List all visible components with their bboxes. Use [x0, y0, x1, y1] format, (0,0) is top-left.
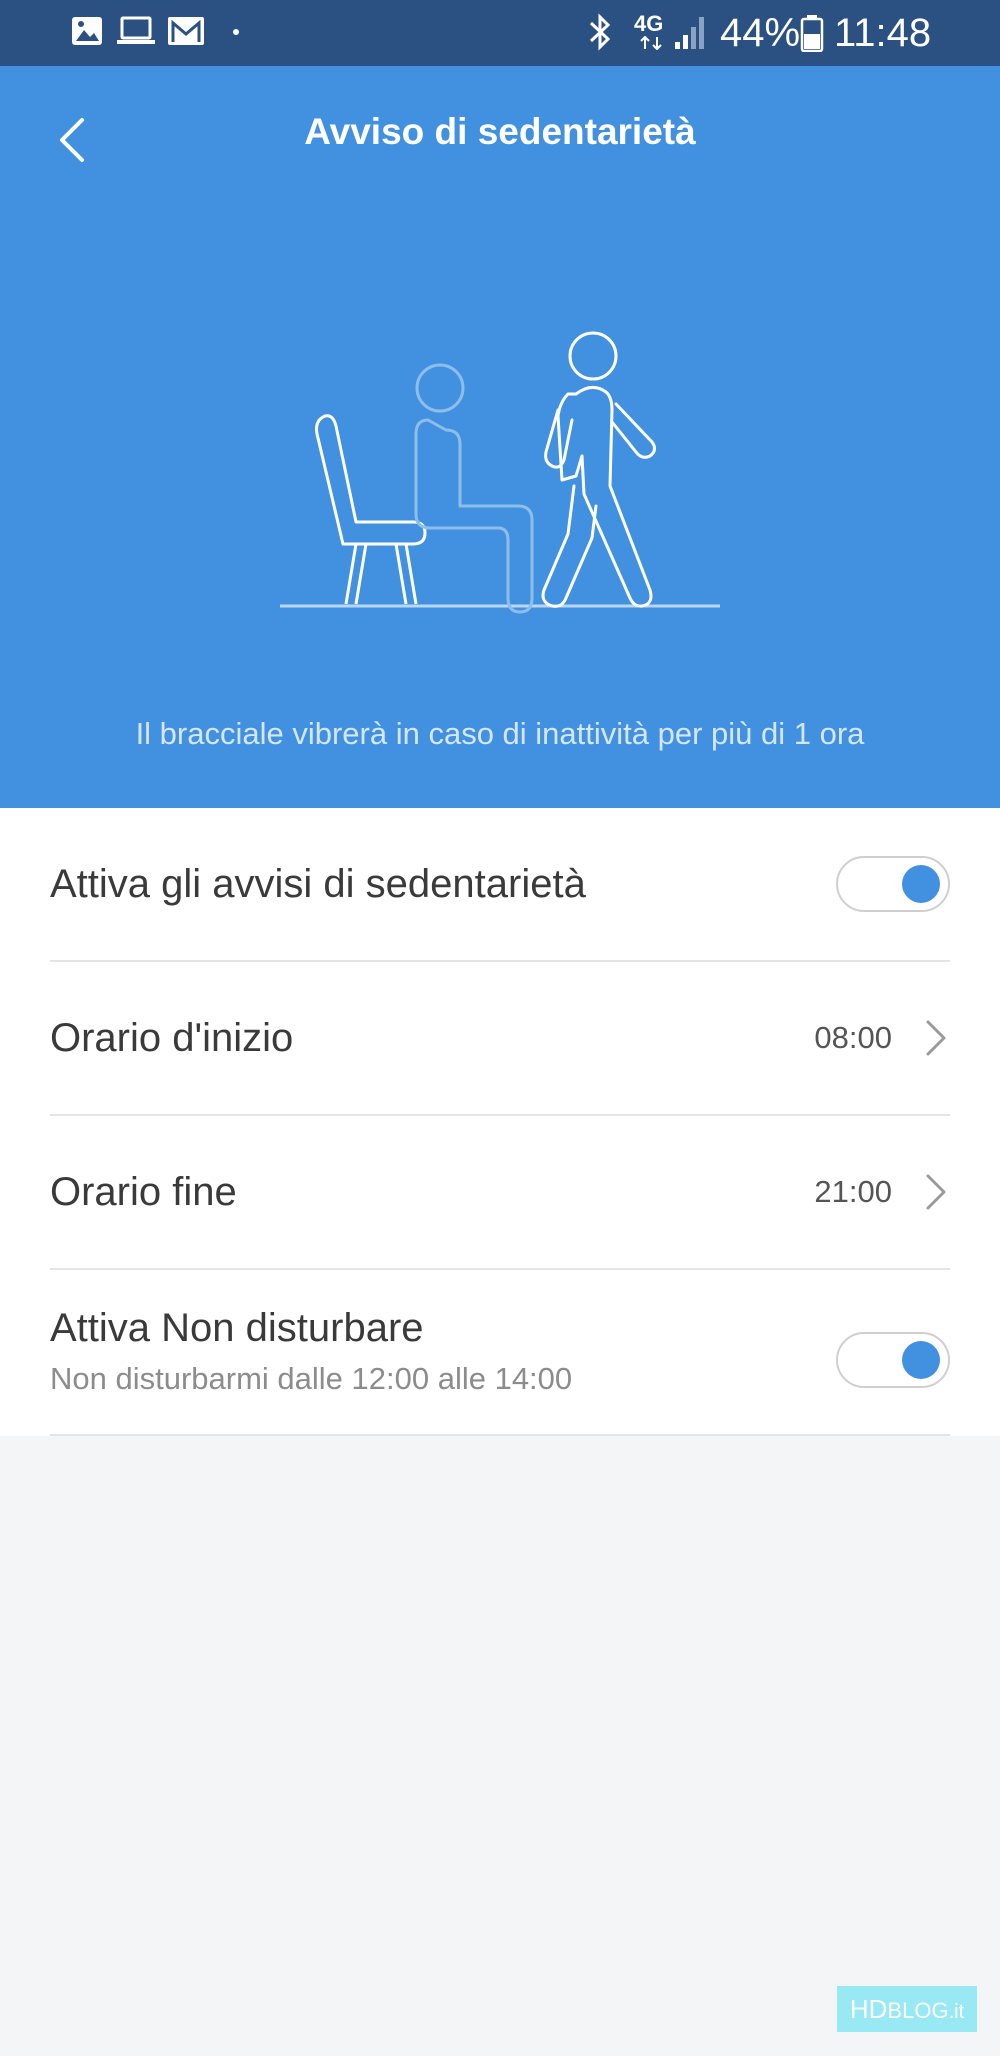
divider — [50, 1434, 950, 1436]
end-time-value: 21:00 — [814, 1174, 892, 1209]
signal-icon — [675, 17, 704, 49]
laptop-icon — [117, 16, 155, 44]
toggle-knob — [902, 1341, 940, 1379]
image-icon — [72, 17, 102, 45]
toggle-knob — [902, 865, 940, 903]
do-not-disturb-toggle[interactable] — [836, 1332, 950, 1388]
battery-icon — [800, 15, 824, 52]
chevron-right-icon — [926, 1174, 946, 1210]
dot-icon — [233, 29, 239, 35]
network-4g-icon: 4G — [634, 11, 664, 36]
inactivity-description: Il bracciale vibrerà in caso di inattivi… — [135, 716, 865, 751]
gmail-icon — [168, 17, 204, 45]
bluetooth-icon — [589, 13, 611, 51]
watermark: HDBLOG.it — [837, 1986, 977, 2032]
battery-percentage: 44% — [720, 11, 801, 55]
start-time-label: Orario d'inizio — [50, 1016, 294, 1060]
watermark-brand: HD — [849, 1994, 888, 2024]
clock: 11:48 — [834, 11, 932, 55]
sedentary-alert-label: Attiva gli avvisi di sedentarietà — [50, 862, 586, 906]
start-time-row[interactable]: Orario d'inizio 08:00 — [50, 962, 950, 1114]
sedentary-alert-row[interactable]: Attiva gli avvisi di sedentarietà — [50, 808, 950, 960]
settings-list: Attiva gli avvisi di sedentarietà Orario… — [0, 808, 1000, 1436]
status-bar: 4G 44% 11:48 — [0, 0, 1000, 66]
end-time-label: Orario fine — [50, 1170, 237, 1214]
sedentary-alert-toggle[interactable] — [836, 856, 950, 912]
header: Avviso di sedentarietà Il bracciale vibr… — [0, 66, 1000, 808]
do-not-disturb-row[interactable]: Attiva Non disturbare Non disturbarmi da… — [50, 1270, 950, 1434]
chevron-right-icon — [926, 1020, 946, 1056]
do-not-disturb-sublabel: Non disturbarmi dalle 12:00 alle 14:00 — [50, 1361, 573, 1396]
do-not-disturb-label: Attiva Non disturbare — [50, 1306, 424, 1350]
sitting-and-walking-illustration — [280, 331, 720, 614]
page-title: Avviso di sedentarietà — [304, 111, 696, 152]
network-arrows-icon — [640, 36, 662, 50]
start-time-value: 08:00 — [814, 1020, 892, 1055]
watermark-name: BLOG — [887, 1998, 949, 2023]
end-time-row[interactable]: Orario fine 21:00 — [50, 1116, 950, 1268]
watermark-suffix: .it — [948, 2001, 965, 2023]
